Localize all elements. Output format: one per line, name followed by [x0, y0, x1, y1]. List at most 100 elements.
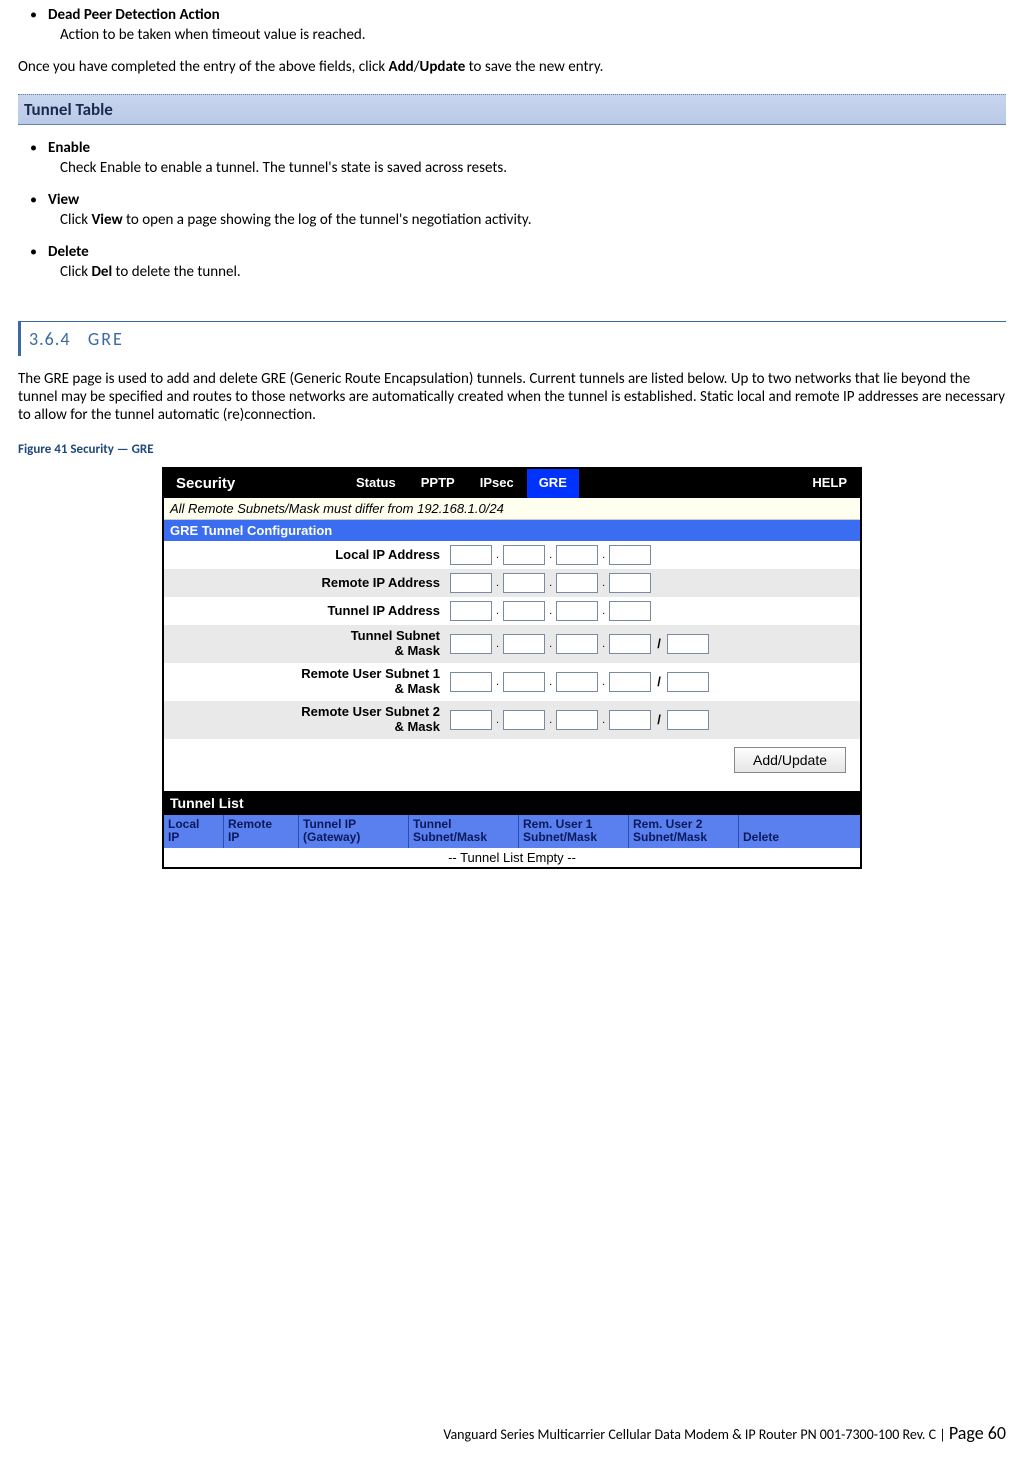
th-remote-ip: RemoteIP	[224, 815, 299, 849]
row-local-ip: Local IP Address . . .	[164, 541, 860, 569]
row-tunnel-ip: Tunnel IP Address . . .	[164, 597, 860, 625]
bullet-dot: •	[30, 191, 48, 208]
remote-ip-octet-4[interactable]	[609, 573, 651, 593]
label-local-ip: Local IP Address	[170, 548, 450, 563]
remote-sub1-octet-1[interactable]	[450, 672, 492, 692]
row-remote-sub2: Remote User Subnet 2& Mask . . . /	[164, 701, 860, 739]
remote-sub2-octet-3[interactable]	[556, 710, 598, 730]
remote-sub2-octet-1[interactable]	[450, 710, 492, 730]
th-local-ip: LocalIP	[164, 815, 224, 849]
text: to open a page showing the log of the tu…	[123, 211, 532, 229]
th-rem-user1: Rem. User 1Subnet/Mask	[519, 815, 629, 849]
footer-text: Vanguard Series Multicarrier Cellular Da…	[443, 1426, 936, 1443]
label-remote-sub1: Remote User Subnet 1& Mask	[170, 667, 450, 697]
tab-security[interactable]: Security	[164, 469, 344, 498]
remote-sub1-octet-2[interactable]	[503, 672, 545, 692]
bullet-dpd: • Dead Peer Detection Action Action to b…	[30, 6, 1006, 44]
view-bold: View	[91, 211, 122, 229]
remote-ip-octet-3[interactable]	[556, 573, 598, 593]
tab-status[interactable]: Status	[344, 469, 409, 498]
heading-title: GRE	[88, 328, 124, 350]
remote-sub1-octet-3[interactable]	[556, 672, 598, 692]
th-delete: Delete	[739, 815, 860, 849]
bullet-view: • View Click View to open a page showing…	[30, 191, 1006, 229]
heading-gre: 3.6.4 GRE	[18, 321, 1006, 356]
remote-ip-octet-2[interactable]	[503, 573, 545, 593]
tab-pptp[interactable]: PPTP	[409, 469, 468, 498]
tunnel-ip-octet-1[interactable]	[450, 601, 492, 621]
button-row: Add/Update	[164, 739, 860, 781]
add-update-button[interactable]: Add/Update	[734, 747, 846, 773]
text: Once you have completed the entry of the…	[18, 58, 389, 76]
text: to delete the tunnel.	[112, 263, 241, 281]
th-tunnel-ip: Tunnel IP(Gateway)	[299, 815, 409, 849]
bullet-desc: Action to be taken when timeout value is…	[60, 26, 1006, 44]
completion-paragraph: Once you have completed the entry of the…	[18, 58, 1006, 76]
bullet-title: Delete	[48, 243, 89, 261]
local-ip-octet-3[interactable]	[556, 545, 598, 565]
bullet-desc: Click Del to delete the tunnel.	[60, 263, 1006, 281]
heading-number: 3.6.4	[29, 328, 70, 350]
label-tunnel-subnet: Tunnel Subnet& Mask	[170, 629, 450, 659]
local-ip-octet-4[interactable]	[609, 545, 651, 565]
figure-caption: Figure 41 Security — GRE	[18, 442, 1006, 457]
tunnel-ip-octet-2[interactable]	[503, 601, 545, 621]
tab-help[interactable]: HELP	[800, 469, 860, 498]
del-bold: Del	[91, 263, 112, 281]
bullet-title: Enable	[48, 139, 90, 157]
local-ip-octet-1[interactable]	[450, 545, 492, 565]
tunnel-list-title: Tunnel List	[164, 791, 860, 815]
tunnel-table-banner: Tunnel Table	[18, 94, 1006, 125]
remote-sub2-octet-4[interactable]	[609, 710, 651, 730]
tunnel-ip-octet-4[interactable]	[609, 601, 651, 621]
gre-paragraph: The GRE page is used to add and delete G…	[18, 370, 1006, 424]
add-label: Add	[389, 58, 414, 76]
tunnel-subnet-octet-2[interactable]	[503, 634, 545, 654]
text: Click	[60, 211, 91, 229]
document-content: • Dead Peer Detection Action Action to b…	[18, 0, 1006, 869]
bullet-desc: Check Enable to enable a tunnel. The tun…	[60, 159, 1006, 177]
row-remote-sub1: Remote User Subnet 1& Mask . . . /	[164, 663, 860, 701]
remote-sub2-octet-2[interactable]	[503, 710, 545, 730]
update-label: Update	[420, 58, 466, 76]
remote-sub1-octet-4[interactable]	[609, 672, 651, 692]
tunnel-subnet-mask[interactable]	[667, 634, 709, 654]
text: to save the new entry.	[465, 58, 603, 76]
label-remote-sub2: Remote User Subnet 2& Mask	[170, 705, 450, 735]
figure-section-title: GRE Tunnel Configuration	[164, 520, 860, 541]
tab-ipsec[interactable]: IPsec	[468, 469, 527, 498]
text: Click	[60, 263, 91, 281]
tab-gre[interactable]: GRE	[527, 469, 580, 498]
row-tunnel-subnet: Tunnel Subnet& Mask . . . /	[164, 625, 860, 663]
bullet-desc: Click View to open a page showing the lo…	[60, 211, 1006, 229]
bullet-enable: • Enable Check Enable to enable a tunnel…	[30, 139, 1006, 177]
figure-tabs: Security Status PPTP IPsec GRE HELP	[164, 469, 860, 498]
th-rem-user2: Rem. User 2Subnet/Mask	[629, 815, 739, 849]
bullet-dot: •	[30, 243, 48, 260]
tunnel-subnet-octet-1[interactable]	[450, 634, 492, 654]
tunnel-subnet-octet-3[interactable]	[556, 634, 598, 654]
tunnel-ip-octet-3[interactable]	[556, 601, 598, 621]
spacer	[164, 781, 860, 791]
bullet-title: Dead Peer Detection Action	[48, 6, 220, 24]
th-tunnel-subnet: TunnelSubnet/Mask	[409, 815, 519, 849]
remote-ip-octet-1[interactable]	[450, 573, 492, 593]
bullet-dot: •	[30, 139, 48, 156]
tunnel-subnet-octet-4[interactable]	[609, 634, 651, 654]
bullet-delete: • Delete Click Del to delete the tunnel.	[30, 243, 1006, 281]
label-remote-ip: Remote IP Address	[170, 576, 450, 591]
page-number: Page 60	[949, 1422, 1006, 1444]
label-tunnel-ip: Tunnel IP Address	[170, 604, 450, 619]
figure-security-gre: Security Status PPTP IPsec GRE HELP All …	[162, 467, 862, 869]
bullet-title: View	[48, 191, 79, 209]
remote-sub1-mask[interactable]	[667, 672, 709, 692]
page-footer: Vanguard Series Multicarrier Cellular Da…	[443, 1422, 1006, 1444]
local-ip-octet-2[interactable]	[503, 545, 545, 565]
tunnel-list-empty: -- Tunnel List Empty --	[164, 848, 860, 867]
tunnel-list-header: LocalIP RemoteIP Tunnel IP(Gateway) Tunn…	[164, 815, 860, 849]
bullet-dot: •	[30, 6, 48, 23]
remote-sub2-mask[interactable]	[667, 710, 709, 730]
figure-note: All Remote Subnets/Mask must differ from…	[164, 498, 860, 520]
row-remote-ip: Remote IP Address . . .	[164, 569, 860, 597]
footer-sep: |	[936, 1426, 949, 1443]
